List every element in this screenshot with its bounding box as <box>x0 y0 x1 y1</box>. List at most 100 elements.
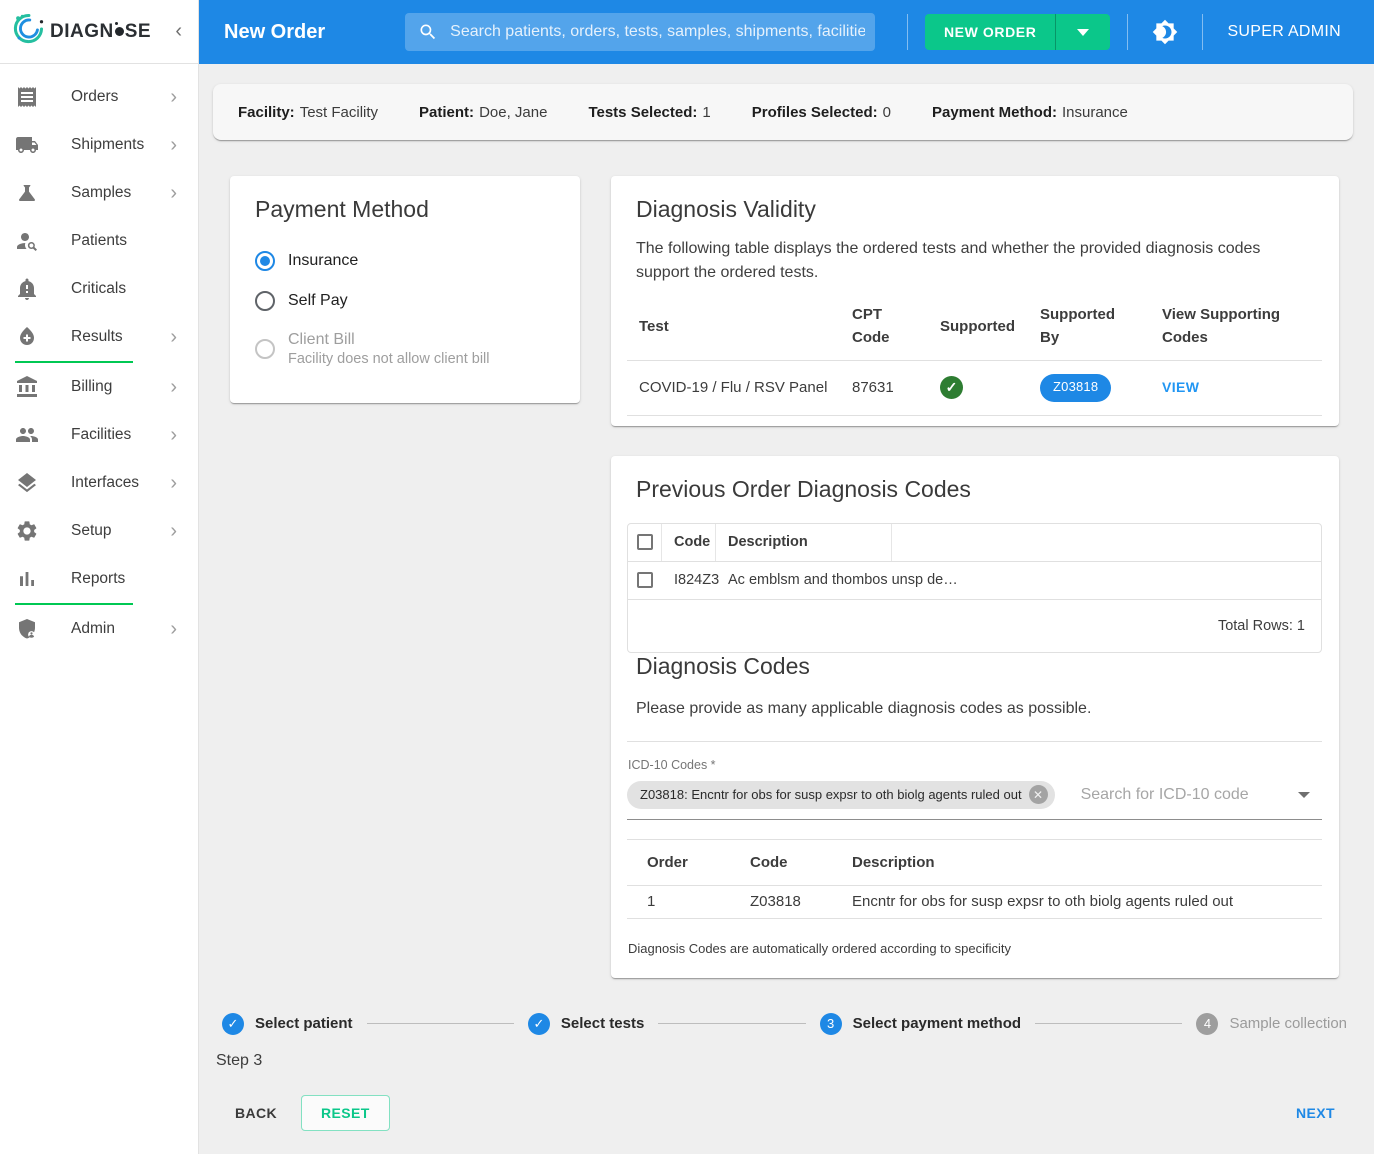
radio-caption: Facility does not allow client bill <box>288 351 489 367</box>
previous-codes-row: I824Z3 Ac emblsm and thombos unsp de… <box>628 561 1321 599</box>
theme-toggle-button[interactable] <box>1152 19 1178 45</box>
brand-name: DIAGNSE <box>50 21 151 43</box>
summary-label: Facility: <box>238 104 295 121</box>
topbar-actions: NEW ORDER SUPER ADMIN <box>907 14 1374 50</box>
sidebar-item-admin[interactable]: Admin › <box>0 605 198 653</box>
select-all-checkbox[interactable] <box>637 534 653 550</box>
radio-self-pay[interactable]: Self Pay <box>246 281 564 321</box>
sidebar-item-billing[interactable]: Billing › <box>0 363 198 411</box>
summary-tests-selected: Tests Selected:1 <box>588 104 710 121</box>
chip-remove-icon[interactable]: ✕ <box>1029 785 1048 804</box>
order-stepper: ✓ Select patient ✓ Select tests 3 Select… <box>222 1013 1347 1035</box>
topbar-divider <box>1127 14 1128 50</box>
chevron-right-icon: › <box>170 135 177 155</box>
radio-label: Insurance <box>288 252 358 270</box>
sidebar-collapse-icon[interactable]: ‹ <box>171 20 186 43</box>
icd10-search-input[interactable] <box>1081 786 1290 804</box>
supported-by-code-chip[interactable]: Z03818 <box>1040 374 1111 402</box>
main-area: New Order NEW ORDER SUPER ADMIN <box>199 0 1374 1154</box>
drop-plus-icon <box>15 325 39 349</box>
radio-label: Client Bill <box>288 331 489 349</box>
icd10-chip-label: Z03818: Encntr for obs for susp expsr to… <box>640 787 1022 802</box>
diagnosis-codes-note: Diagnosis Codes are automatically ordere… <box>628 941 1322 956</box>
new-order-button-label[interactable]: NEW ORDER <box>925 14 1056 50</box>
icd10-select[interactable]: Z03818: Encntr for obs for susp expsr to… <box>627 780 1322 810</box>
radio-insurance[interactable]: Insurance <box>246 241 564 281</box>
summary-label: Patient: <box>419 104 474 121</box>
payment-method-title: Payment Method <box>255 196 564 223</box>
sidebar-item-reports[interactable]: Reports <box>0 555 198 603</box>
sidebar-item-interfaces[interactable]: Interfaces › <box>0 459 198 507</box>
validity-table-header: Test CPT Code Supported Supported By Vie… <box>627 293 1322 361</box>
summary-facility: Facility:Test Facility <box>238 104 378 121</box>
step-label: Select payment method <box>853 1015 1021 1032</box>
sidebar-item-label: Interfaces <box>71 474 170 492</box>
sidebar-item-setup[interactable]: Setup › <box>0 507 198 555</box>
col-description: Description <box>832 854 1322 871</box>
sidebar-item-label: Facilities <box>71 426 170 444</box>
step-check-icon: ✓ <box>528 1013 550 1035</box>
sidebar-item-shipments[interactable]: Shipments › <box>0 121 198 169</box>
sidebar-item-samples[interactable]: Samples › <box>0 169 198 217</box>
step-number: 3 <box>820 1013 842 1035</box>
step-select-patient[interactable]: ✓ Select patient <box>222 1013 353 1035</box>
row-checkbox[interactable] <box>637 572 653 588</box>
step-select-tests[interactable]: ✓ Select tests <box>528 1013 644 1035</box>
summary-value: Insurance <box>1062 104 1128 121</box>
chevron-right-icon: › <box>170 183 177 203</box>
top-app-bar: New Order NEW ORDER SUPER ADMIN <box>199 0 1374 64</box>
brand-o-dot <box>115 27 124 36</box>
view-supporting-codes-link[interactable]: VIEW <box>1162 379 1199 395</box>
chevron-right-icon: › <box>170 377 177 397</box>
sidebar-item-criticals[interactable]: Criticals <box>0 265 198 313</box>
bar-chart-icon <box>15 567 39 591</box>
col-description: Description <box>716 524 892 561</box>
step-connector <box>1035 1023 1182 1024</box>
caret-down-icon <box>1077 29 1089 36</box>
col-order: Order <box>627 854 730 871</box>
previous-codes-table: Code Description I824Z3 Ac emblsm and th… <box>627 523 1322 653</box>
sidebar-item-label: Setup <box>71 522 170 540</box>
sidebar-item-label: Shipments <box>71 136 170 154</box>
step-sample-collection[interactable]: 4 Sample collection <box>1196 1013 1347 1035</box>
brand-logo-icon <box>10 11 46 52</box>
new-order-split-button[interactable]: NEW ORDER <box>925 14 1111 50</box>
radio-unselected-icon[interactable] <box>255 291 275 311</box>
sidebar-item-label: Criticals <box>71 280 183 298</box>
topbar-divider <box>907 14 908 50</box>
sidebar-item-results[interactable]: Results › <box>0 313 198 361</box>
sidebar-item-patients[interactable]: Patients <box>0 217 198 265</box>
page-content: Facility:Test Facility Patient:Doe, Jane… <box>199 64 1374 1154</box>
cell-cpt-code: 87631 <box>840 364 928 411</box>
ordered-codes-header: Order Code Description <box>627 840 1322 886</box>
search-input[interactable] <box>450 23 865 41</box>
col-code: Code <box>730 854 832 871</box>
chevron-right-icon: › <box>170 521 177 541</box>
col-code: Code <box>662 524 716 561</box>
chevron-right-icon: › <box>170 619 177 639</box>
diagnosis-codes-subtitle: Please provide as many applicable diagno… <box>636 700 1322 718</box>
reset-button[interactable]: RESET <box>301 1095 390 1131</box>
sidebar-item-orders[interactable]: Orders › <box>0 73 198 121</box>
topbar-divider <box>1202 14 1203 50</box>
new-order-dropdown-button[interactable] <box>1055 14 1110 50</box>
previous-codes-header: Code Description <box>628 524 1321 561</box>
chevron-right-icon: › <box>170 87 177 107</box>
icd10-code-chip: Z03818: Encntr for obs for susp expsr to… <box>627 781 1055 809</box>
user-menu[interactable]: SUPER ADMIN <box>1227 23 1341 41</box>
sidebar-item-facilities[interactable]: Facilities › <box>0 411 198 459</box>
select-caret-icon[interactable] <box>1298 792 1310 798</box>
radio-selected-icon[interactable] <box>255 251 275 271</box>
flask-icon <box>15 181 39 205</box>
ordered-codes-row: 1 Z03818 Encntr for obs for susp expsr t… <box>627 886 1322 919</box>
col-test: Test <box>627 305 840 348</box>
total-rows-label: Total Rows: 1 <box>1218 618 1305 634</box>
divider <box>627 741 1322 742</box>
step-select-payment-method[interactable]: 3 Select payment method <box>820 1013 1021 1035</box>
step-number: 4 <box>1196 1013 1218 1035</box>
next-button[interactable]: NEXT <box>1290 1095 1341 1131</box>
step-label: Sample collection <box>1229 1015 1347 1032</box>
back-button[interactable]: BACK <box>229 1095 283 1131</box>
sidebar-item-label: Orders <box>71 88 170 106</box>
diagnosis-validity-title: Diagnosis Validity <box>636 196 1322 223</box>
